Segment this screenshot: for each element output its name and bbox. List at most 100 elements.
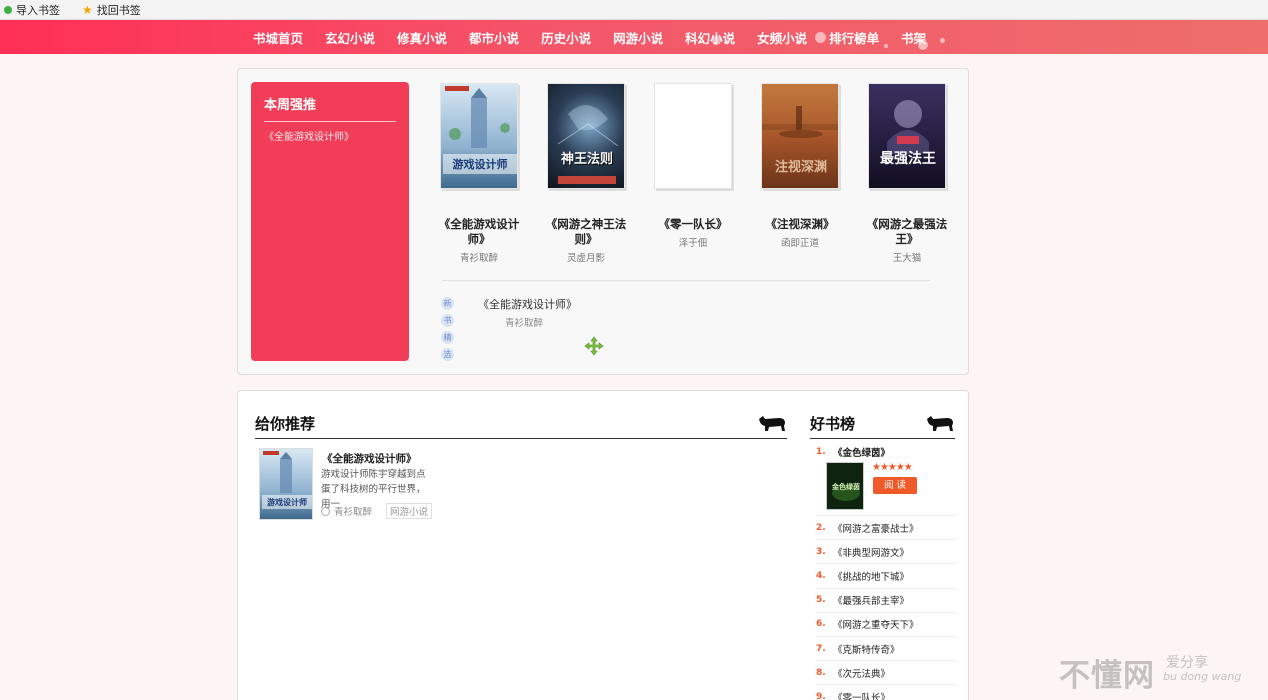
rank-number: 4. xyxy=(816,570,826,581)
svg-text:金色绿茵: 金色绿茵 xyxy=(831,482,860,491)
book-card[interactable]: 注视深渊 《注视深渊》 函即正道 xyxy=(753,83,847,249)
rank-number: 5. xyxy=(816,595,826,606)
book-cover-text: 游戏设计师 xyxy=(452,158,508,171)
book-cover[interactable] xyxy=(654,83,732,189)
book-author: 函即正道 xyxy=(780,238,819,249)
recommend-book-title[interactable]: 《全能游戏设计师》 xyxy=(322,451,417,466)
rank-item[interactable]: 6. 《网游之重夺天下》 xyxy=(816,613,956,637)
bookmark-import[interactable]: 导入书签 xyxy=(4,2,60,18)
nav-lishi[interactable]: 历史小说 xyxy=(541,28,591,47)
rank-name[interactable]: 《非典型网游文》 xyxy=(833,545,909,559)
recommend-tag[interactable]: 网游小说 xyxy=(386,503,433,519)
recommend-cover-art: 游戏设计师 xyxy=(262,451,312,509)
watermark-pinyin: bu dong wang xyxy=(1163,670,1242,683)
rank-name[interactable]: 《零一队长》 xyxy=(833,690,890,700)
nav-xiuzhen[interactable]: 修真小说 xyxy=(397,28,447,47)
rank-number: 9. xyxy=(816,691,826,700)
rank-name[interactable]: 《网游之重夺天下》 xyxy=(833,617,919,631)
badge-char: 选 xyxy=(441,348,454,361)
book-title[interactable]: 《注视深渊》 xyxy=(753,217,847,232)
rank-item[interactable]: 5. 《最强兵部主宰》 xyxy=(816,589,956,613)
book-title[interactable]: 《全能游戏设计师》 xyxy=(432,217,526,247)
bookmark-label: 导入书签 xyxy=(16,3,60,17)
rank-number: 7. xyxy=(816,643,826,654)
nav-wangyou[interactable]: 网游小说 xyxy=(613,28,663,47)
rank-name[interactable]: 《克斯特传奇》 xyxy=(833,642,900,656)
weekly-recommend: 本周强推 《全能游戏设计师》 xyxy=(251,82,409,361)
green-dot-icon xyxy=(4,5,12,14)
book-cover-art xyxy=(443,86,517,174)
book-author: 泽于佃 xyxy=(678,238,708,249)
badge-char: 精 xyxy=(441,331,454,344)
bull-icon xyxy=(759,416,785,431)
bull-icon xyxy=(927,416,953,431)
rank-name[interactable]: 《金色绿茵》 xyxy=(833,445,890,459)
rank-name[interactable]: 《最强兵部主宰》 xyxy=(833,593,909,607)
rank-cover[interactable]: 金色绿茵 xyxy=(826,462,864,510)
book-title[interactable]: 《零一队长》 xyxy=(646,217,740,232)
rank-cover-art: 金色绿茵 xyxy=(827,463,863,509)
book-title[interactable]: 《网游之最强法王》 xyxy=(860,217,954,247)
nav-home[interactable]: 书城首页 xyxy=(253,28,303,47)
rank-item[interactable]: 7. 《克斯特传奇》 xyxy=(816,637,956,662)
rank-number: 3. xyxy=(816,546,826,557)
rating-stars: ★★★★★ xyxy=(872,462,913,473)
book-cover-art xyxy=(557,105,619,184)
weekly-item[interactable]: 《全能游戏设计师》 xyxy=(264,128,396,143)
book-card[interactable]: 《零一队长》 泽于佃 xyxy=(646,83,740,249)
new-book-author: 青衫取醉 xyxy=(505,318,544,329)
book-card[interactable]: 神王法则 《网游之神王法则》 灵虚月影 xyxy=(539,83,633,264)
ranking-header: 好书榜 xyxy=(810,413,955,439)
book-cover[interactable]: 游戏设计师 xyxy=(440,83,518,189)
rank-name[interactable]: 《网游之富豪战士》 xyxy=(833,521,919,535)
rank-item[interactable]: 4. 《挑战的地下城》 xyxy=(816,564,956,589)
main-nav: 书城首页 玄幻小说 修真小说 都市小说 历史小说 网游小说 科幻小说 女频小说 … xyxy=(0,20,1268,54)
star-icon: ★ xyxy=(82,2,93,17)
user-icon xyxy=(321,506,330,516)
svg-text:游戏设计师: 游戏设计师 xyxy=(267,497,307,507)
book-author: 青衫取醉 xyxy=(459,253,498,264)
book-author: 王大猫 xyxy=(892,253,922,264)
nav-bookshelf[interactable]: 书架 xyxy=(901,28,926,47)
nav-nvpin[interactable]: 女频小说 xyxy=(757,28,807,47)
recommend-author: 青衫取醉 xyxy=(334,507,373,518)
nav-xuanhuan[interactable]: 玄幻小说 xyxy=(325,28,375,47)
badge-char: 新 xyxy=(441,297,454,310)
book-cover[interactable]: 注视深渊 xyxy=(761,83,839,189)
badge-char: 书 xyxy=(441,314,454,327)
book-cover-text: 注视深渊 xyxy=(774,160,827,175)
book-cover-text: 最强法王 xyxy=(880,151,936,167)
book-author: 灵虚月影 xyxy=(566,253,605,264)
bookmark-label: 找回书签 xyxy=(96,3,141,17)
book-cover[interactable]: 神王法则 xyxy=(547,83,625,189)
read-button[interactable]: 阅 读 xyxy=(873,477,917,494)
recommend-panel: 给你推荐 游戏设计师 《全能游戏设计师》 游戏设计师陈宇穿越到点蛋了科技树的平行… xyxy=(237,390,969,700)
featured-panel: 本周强推 《全能游戏设计师》 游戏设计师 《全能游戏设计师》 青衫取醉 神王法则… xyxy=(237,68,969,375)
rank-item[interactable]: 1. 《金色绿茵》 xyxy=(816,444,956,460)
nav-kehuan[interactable]: 科幻小说 xyxy=(685,28,735,47)
nav-ranking[interactable]: 排行榜单 xyxy=(829,28,879,47)
rank-feature: 金色绿茵 ★★★★★ 阅 读 xyxy=(816,460,956,516)
recommend-header: 给你推荐 xyxy=(255,413,787,439)
nav-dushi[interactable]: 都市小说 xyxy=(469,28,519,47)
new-book-title[interactable]: 《全能游戏设计师》 xyxy=(478,296,577,312)
book-cover[interactable]: 最强法王 xyxy=(868,83,946,189)
rank-item[interactable]: 9. 《零一队长》 xyxy=(816,685,956,700)
book-card[interactable]: 最强法王 《网游之最强法王》 王大猫 xyxy=(860,83,954,264)
recommend-meta: 青衫取醉 网游小说 xyxy=(321,503,433,519)
move-cursor-icon xyxy=(584,336,604,356)
bookmark-recover[interactable]: ★ 找回书签 xyxy=(82,2,141,18)
recommend-cover[interactable]: 游戏设计师 xyxy=(259,448,313,520)
rank-item[interactable]: 8. 《次元法典》 xyxy=(816,661,956,686)
book-title[interactable]: 《网游之神王法则》 xyxy=(539,217,633,247)
rank-number: 1. xyxy=(816,447,826,457)
book-card[interactable]: 游戏设计师 《全能游戏设计师》 青衫取醉 xyxy=(432,83,526,264)
rank-name[interactable]: 《挑战的地下城》 xyxy=(833,569,909,583)
rank-name[interactable]: 《次元法典》 xyxy=(833,666,890,680)
rank-number: 6. xyxy=(816,619,826,630)
watermark-slogan: 爱分享 xyxy=(1166,655,1208,671)
rank-item[interactable]: 2. 《网游之富豪战士》 xyxy=(816,516,956,541)
rank-item[interactable]: 3. 《非典型网游文》 xyxy=(816,540,956,565)
bookmarks-bar: 导入书签 ★ 找回书签 xyxy=(0,0,1268,20)
weekly-title: 本周强推 xyxy=(264,94,396,122)
